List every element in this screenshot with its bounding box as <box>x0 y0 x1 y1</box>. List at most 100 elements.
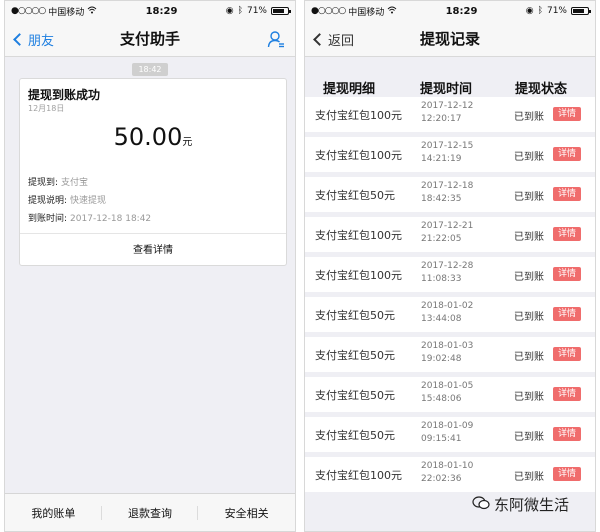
detail-button[interactable]: 详情 <box>553 107 581 121</box>
record-description: 支付宝红包50元 <box>315 389 395 402</box>
record-status: 已到账 <box>514 312 544 323</box>
bluetooth-icon: ᛒ <box>537 6 543 16</box>
menu-security[interactable]: 安全相关 <box>198 494 295 531</box>
record-row: 支付宝红包50元 2017-12-18 18:42:35 已到账 详情 <box>305 177 595 212</box>
record-description: 支付宝红包100元 <box>315 229 402 242</box>
record-description: 支付宝红包100元 <box>315 109 402 122</box>
field-withdraw-to: 提现到: 支付宝 <box>28 175 88 188</box>
status-time: 18:29 <box>445 5 478 17</box>
field-withdraw-note: 提现说明: 快速提现 <box>28 193 106 206</box>
record-description: 支付宝红包50元 <box>315 189 395 202</box>
record-time: 2018-01-03 19:02:48 <box>421 340 473 366</box>
divider <box>20 233 286 234</box>
back-label: 朋友 <box>28 33 55 49</box>
record-status: 已到账 <box>514 232 544 243</box>
detail-button[interactable]: 详情 <box>553 267 581 281</box>
detail-button[interactable]: 详情 <box>553 347 581 361</box>
record-clock: 12:20:17 <box>421 114 462 124</box>
lock-rotation-icon: ◉ <box>525 6 534 16</box>
bottom-menu: 我的账单 退款查询 安全相关 <box>5 493 295 531</box>
detail-button[interactable]: 详情 <box>553 147 581 161</box>
record-row: 支付宝红包100元 2017-12-21 21:22:05 已到账 详情 <box>305 217 595 252</box>
field-arrival-time: 到账时间: 2017-12-18 18:42 <box>28 211 151 224</box>
lock-rotation-icon: ◉ <box>225 6 234 16</box>
battery-percent: 71% <box>246 6 267 16</box>
right-screen: ●○○○○ 中国移动 18:29 ◉ ᛒ 71% 返回 提现记录 提现明细 提现… <box>304 0 596 532</box>
detail-button[interactable]: 详情 <box>553 307 581 321</box>
record-row: 支付宝红包50元 2018-01-05 15:48:06 已到账 详情 <box>305 377 595 412</box>
record-description: 支付宝红包50元 <box>315 309 395 322</box>
page-title: 支付助手 <box>119 30 180 48</box>
nav-bar: 返回 提现记录 <box>305 21 595 57</box>
record-time: 2018-01-09 09:15:41 <box>421 420 473 446</box>
battery-percent: 71% <box>546 6 567 16</box>
detail-button[interactable]: 详情 <box>553 467 581 481</box>
status-bar: ●○○○○ 中国移动 18:29 ◉ ᛒ 71% <box>305 1 595 21</box>
signal-icon: ●○○○○ <box>11 6 46 16</box>
detail-button[interactable]: 详情 <box>553 427 581 441</box>
field-key: 到账时间: <box>28 214 68 224</box>
left-screen: ●○○○○ 中国移动 18:29 ◉ ᛒ 71% 朋友 支付助手 18:42 提… <box>4 0 296 532</box>
card-title: 提现到账成功 <box>28 88 101 102</box>
record-status: 已到账 <box>514 472 544 483</box>
record-date: 2018-01-03 <box>421 341 474 351</box>
detail-button[interactable]: 详情 <box>553 187 581 201</box>
battery-icon <box>271 7 291 15</box>
card-date: 12月18日 <box>28 104 65 113</box>
record-clock: 09:15:41 <box>421 434 462 444</box>
wifi-icon <box>87 6 97 17</box>
column-header-detail: 提现明细 <box>323 82 376 97</box>
card-amount: 50.00元 <box>20 123 286 151</box>
menu-my-bills[interactable]: 我的账单 <box>5 494 102 531</box>
record-row: 支付宝红包50元 2018-01-02 13:44:08 已到账 详情 <box>305 297 595 332</box>
record-description: 支付宝红包100元 <box>315 149 402 162</box>
record-date: 2017-12-28 <box>421 261 474 271</box>
chevron-left-icon <box>313 32 326 46</box>
watermark-text: 东阿微生活 <box>494 496 570 514</box>
field-key: 提现到: <box>28 178 59 188</box>
watermark: 东阿微生活 <box>472 494 569 515</box>
record-clock: 15:48:06 <box>421 394 462 404</box>
record-row: 支付宝红包100元 2017-12-12 12:20:17 已到账 详情 <box>305 97 595 132</box>
record-time: 2017-12-12 12:20:17 <box>421 100 473 126</box>
carrier-label: 中国移动 <box>348 7 385 18</box>
record-row: 支付宝红包100元 2018-01-10 22:02:36 已到账 详情 <box>305 457 595 492</box>
record-description: 支付宝红包100元 <box>315 469 402 482</box>
field-value: 快速提现 <box>70 196 107 206</box>
record-status: 已到账 <box>514 112 544 123</box>
record-time: 2018-01-10 22:02:36 <box>421 460 473 486</box>
menu-refund-query[interactable]: 退款查询 <box>102 494 199 531</box>
detail-button[interactable]: 详情 <box>553 227 581 241</box>
detail-button[interactable]: 详情 <box>553 387 581 401</box>
back-label: 返回 <box>328 33 355 49</box>
record-time: 2018-01-05 15:48:06 <box>421 380 473 406</box>
record-status: 已到账 <box>514 352 544 363</box>
record-description: 支付宝红包100元 <box>315 269 402 282</box>
record-time: 2017-12-28 11:08:33 <box>421 260 473 286</box>
record-clock: 22:02:36 <box>421 474 462 484</box>
record-status: 已到账 <box>514 272 544 283</box>
withdrawal-success-card[interactable]: 提现到账成功 12月18日 50.00元 提现到: 支付宝 提现说明: 快速提现 到… <box>19 78 287 266</box>
record-row: 支付宝红包100元 2017-12-28 11:08:33 已到账 详情 <box>305 257 595 292</box>
record-clock: 11:08:33 <box>421 274 462 284</box>
record-date: 2018-01-02 <box>421 301 474 311</box>
view-details-link[interactable]: 查看详情 <box>20 241 286 256</box>
record-row: 支付宝红包50元 2018-01-09 09:15:41 已到账 详情 <box>305 417 595 452</box>
chevron-left-icon <box>13 32 26 46</box>
field-value: 2017-12-18 18:42 <box>70 214 152 224</box>
record-time: 2017-12-21 21:22:05 <box>421 220 473 246</box>
record-status: 已到账 <box>514 432 544 443</box>
record-clock: 21:22:05 <box>421 234 462 244</box>
field-value: 支付宝 <box>61 178 89 188</box>
record-date: 2017-12-12 <box>421 101 474 111</box>
back-button[interactable]: 返回 <box>313 21 355 57</box>
back-button[interactable]: 朋友 <box>13 21 55 57</box>
column-header-status: 提现状态 <box>515 82 568 97</box>
message-time-chip: 18:42 <box>132 63 168 76</box>
amount-currency: 元 <box>182 137 193 148</box>
record-time: 2017-12-15 14:21:19 <box>421 140 473 166</box>
status-time: 18:29 <box>145 5 178 17</box>
page-title: 提现记录 <box>419 30 480 48</box>
profile-icon[interactable] <box>267 30 285 52</box>
record-clock: 14:21:19 <box>421 154 462 164</box>
